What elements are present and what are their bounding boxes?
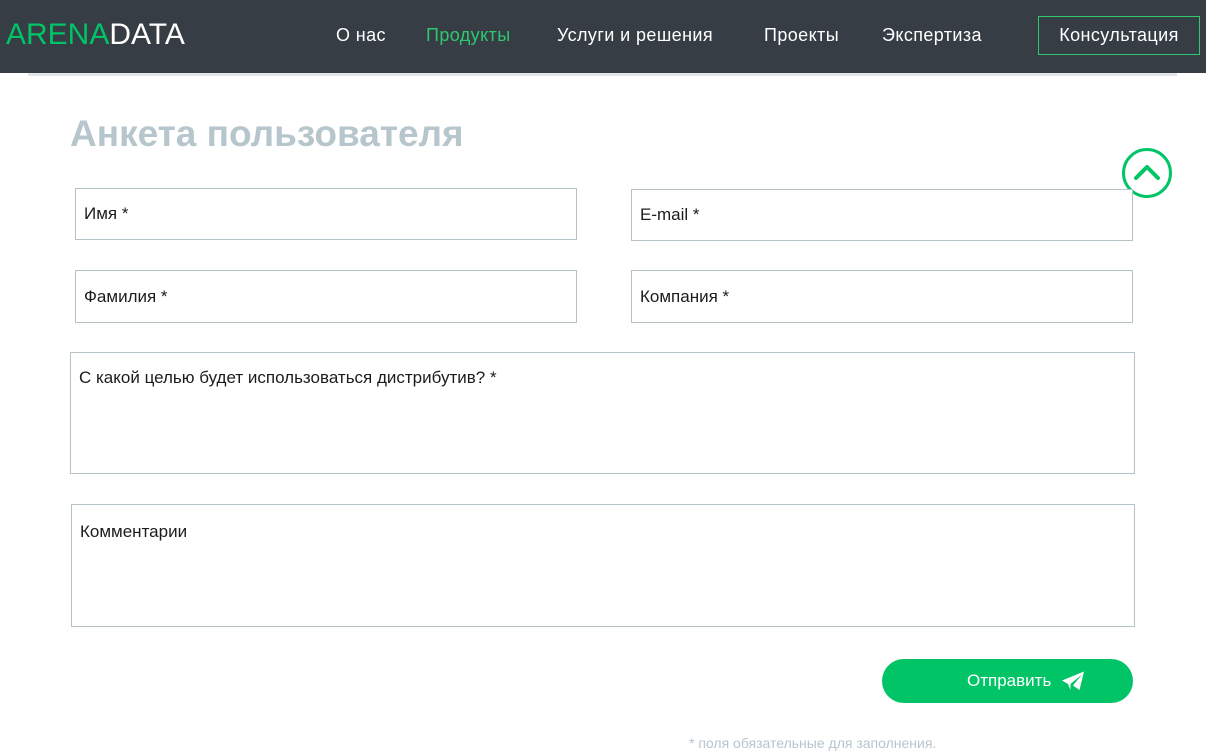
logo-data-text: DATA <box>109 18 185 51</box>
nav-item-projects[interactable]: Проекты <box>764 24 839 46</box>
purpose-placeholder: С какой целью будет использоваться дистр… <box>79 368 497 387</box>
page-title: Анкета пользователя <box>70 113 464 154</box>
logo-arena-text: ARENA <box>6 18 110 51</box>
nav-item-products[interactable]: Продукты <box>426 24 511 46</box>
top-navbar: ARENADATA О нас Продукты Услуги и решени… <box>0 0 1206 73</box>
consultation-button[interactable]: Консультация <box>1038 16 1200 55</box>
last-name-placeholder: Фамилия * <box>84 286 168 306</box>
submit-button-label: Отправить <box>967 671 1052 690</box>
company-field[interactable]: Компания * <box>631 270 1133 323</box>
submit-button[interactable]: Отправить <box>882 659 1133 703</box>
paper-plane-icon <box>1062 671 1084 690</box>
purpose-textarea[interactable]: С какой целью будет использоваться дистр… <box>70 352 1135 474</box>
required-fields-note: * поля обязательные для заполнения. <box>689 735 937 751</box>
nav-item-expertise[interactable]: Экспертиза <box>882 24 982 46</box>
nav-item-about[interactable]: О нас <box>336 24 386 46</box>
comments-textarea[interactable]: Комментарии <box>71 504 1135 627</box>
first-name-field[interactable]: Имя * <box>75 188 577 240</box>
email-field[interactable]: E-mail * <box>631 189 1133 241</box>
email-placeholder: E-mail * <box>640 205 700 224</box>
last-name-field[interactable]: Фамилия * <box>75 270 577 323</box>
first-name-placeholder: Имя * <box>84 204 129 223</box>
navbar-divider <box>28 73 1177 76</box>
company-placeholder: Компания * <box>640 286 730 306</box>
comments-placeholder: Комментарии <box>80 522 188 541</box>
arenadata-logo[interactable]: ARENADATA <box>6 17 185 53</box>
nav-item-services[interactable]: Услуги и решения <box>557 24 713 46</box>
